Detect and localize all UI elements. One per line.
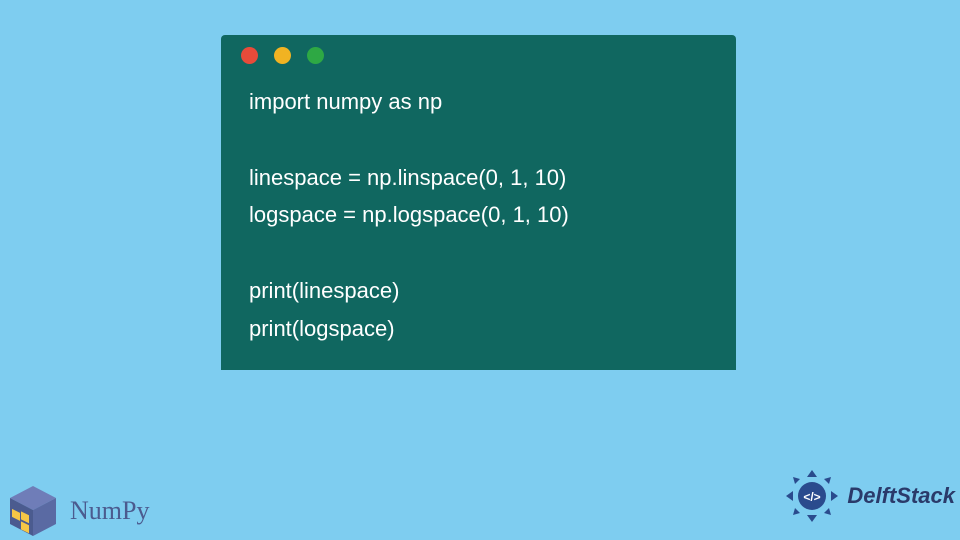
delftstack-logo: </> DelftStack [783,467,955,525]
delftstack-logo-text: DelftStack [847,483,955,509]
numpy-cube-icon [6,484,60,538]
close-icon[interactable] [241,47,258,64]
numpy-logo: NumPy [6,484,149,538]
maximize-icon[interactable] [307,47,324,64]
svg-text:</>: </> [804,490,821,504]
minimize-icon[interactable] [274,47,291,64]
delftstack-emblem-icon: </> [783,467,841,525]
numpy-logo-text: NumPy [70,496,149,526]
code-window: import numpy as np linespace = np.linspa… [221,35,736,370]
window-titlebar [221,35,736,75]
code-block: import numpy as np linespace = np.linspa… [221,75,736,348]
